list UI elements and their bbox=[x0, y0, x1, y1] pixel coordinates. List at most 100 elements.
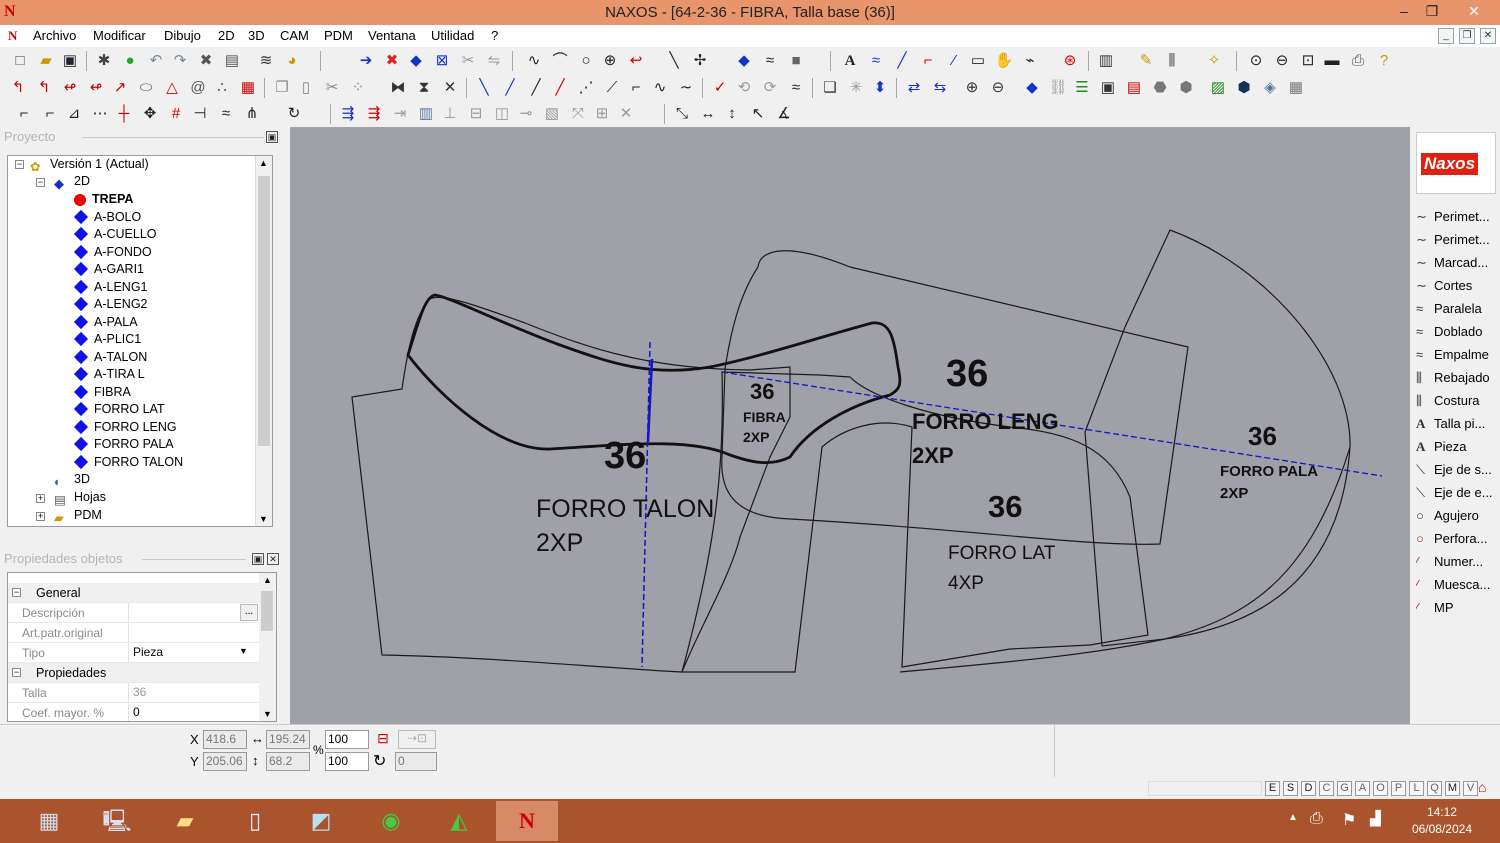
props-close-button[interactable]: ✕ bbox=[267, 553, 279, 565]
props-scroll-down-icon[interactable]: ▼ bbox=[263, 709, 272, 719]
menu-ventana[interactable]: Ventana bbox=[368, 28, 416, 43]
x-icon[interactable]: ✕ bbox=[616, 104, 636, 124]
mirror-icon[interactable]: ⧓ bbox=[388, 78, 408, 98]
remove-icon[interactable]: ✖ bbox=[382, 51, 402, 71]
line-blue-2-icon[interactable]: ╱ bbox=[500, 78, 520, 98]
corner2-icon[interactable]: ⌐ bbox=[40, 104, 60, 124]
taskbar-folder-icon[interactable]: ▰ bbox=[154, 801, 216, 841]
fill-icon[interactable]: ■ bbox=[786, 51, 806, 71]
dots-icon[interactable]: ∴ bbox=[212, 78, 232, 98]
point-icon[interactable]: ✢ bbox=[690, 51, 710, 71]
tray-signal-icon[interactable]: ▟ bbox=[1370, 810, 1381, 827]
tool-item[interactable]: ≈ Empalme bbox=[1416, 347, 1500, 369]
zoom3-icon[interactable]: ⊖ bbox=[988, 78, 1008, 98]
props-scrollbar[interactable]: ▲ ▼ bbox=[259, 573, 276, 721]
tree-piece-item[interactable]: TREPA bbox=[74, 191, 133, 208]
wave-icon[interactable]: ≈ bbox=[866, 51, 886, 71]
polyline-icon[interactable]: ∿ bbox=[524, 51, 544, 71]
cross-icon[interactable]: ✕ bbox=[440, 78, 460, 98]
hand-icon[interactable]: ✋ bbox=[994, 51, 1014, 71]
pin2-icon[interactable]: ⊥ bbox=[440, 104, 460, 124]
scroll-thumb[interactable] bbox=[258, 176, 270, 446]
clock[interactable]: 14:12 06/08/2024 bbox=[1412, 804, 1472, 838]
menu-cam[interactable]: CAM bbox=[280, 28, 309, 43]
step-icon[interactable]: ⌐ bbox=[626, 78, 646, 98]
vrect-icon[interactable]: ◫ bbox=[492, 104, 512, 124]
tool-item[interactable]: ≈ Doblado bbox=[1416, 324, 1500, 346]
snap-icon[interactable]: ✳ bbox=[846, 78, 866, 98]
send-delete-icon[interactable]: ⇶ bbox=[364, 104, 384, 124]
cut-icon[interactable]: ✂ bbox=[322, 78, 342, 98]
tool-item[interactable]: ⁄ Muesca... bbox=[1416, 577, 1500, 599]
tree-node-pdm[interactable]: ▰ PDM bbox=[54, 507, 102, 525]
group-general[interactable]: − General bbox=[8, 583, 260, 603]
circle-icon[interactable]: ○ bbox=[576, 51, 596, 71]
art-value[interactable] bbox=[128, 623, 258, 642]
frame-icon[interactable]: ⊠ bbox=[432, 51, 452, 71]
taskbar-notes-icon[interactable]: ◩ bbox=[290, 801, 352, 841]
curve-tool-icon[interactable]: ↫ bbox=[60, 78, 80, 98]
status-toggle[interactable]: S bbox=[1283, 781, 1298, 796]
menu-modificar[interactable]: Modificar bbox=[93, 28, 146, 43]
delete-icon[interactable]: ✖ bbox=[196, 51, 216, 71]
spline-icon[interactable]: ≈ bbox=[760, 51, 780, 71]
tree-collapse-2d[interactable]: − bbox=[36, 178, 45, 187]
scale-x-field[interactable]: 100 bbox=[325, 730, 369, 749]
bend-icon[interactable]: ⌐ bbox=[918, 51, 938, 71]
export-icon[interactable]: ▥ bbox=[1096, 51, 1116, 71]
export2-icon[interactable]: ▣ bbox=[1098, 78, 1118, 98]
help-icon[interactable]: ? bbox=[1374, 51, 1394, 71]
curve-tool-2-icon[interactable]: ↫ bbox=[86, 78, 106, 98]
db-icon[interactable]: ▥ bbox=[416, 104, 436, 124]
tree-collapse-root[interactable]: − bbox=[15, 160, 24, 169]
duplicate-icon[interactable]: ❏ bbox=[820, 78, 840, 98]
node3-icon[interactable]: ⊸ bbox=[516, 104, 536, 124]
document-icon[interactable]: N bbox=[8, 28, 17, 44]
stamp2-icon[interactable]: ⬢ bbox=[1176, 78, 1196, 98]
mdi-minimize-button[interactable]: _ bbox=[1438, 28, 1454, 44]
tree-node-hojas[interactable]: ▤ Hojas bbox=[54, 489, 106, 507]
taskbar-chrome-icon[interactable]: ◉ bbox=[360, 801, 422, 841]
diamond-icon[interactable]: ◆ bbox=[406, 51, 426, 71]
image-icon[interactable]: ▨ bbox=[1208, 78, 1228, 98]
triangle-icon[interactable]: △ bbox=[162, 78, 182, 98]
target-icon[interactable]: ⊛ bbox=[1060, 51, 1080, 71]
tree-node-3d[interactable]: ◐ 3D bbox=[54, 471, 90, 489]
send-gray-icon[interactable]: ⇥ bbox=[390, 104, 410, 124]
collapse-propiedades[interactable]: − bbox=[12, 668, 21, 677]
tool-item[interactable]: ≈ Paralela bbox=[1416, 301, 1500, 323]
status-toggle[interactable]: V bbox=[1463, 781, 1478, 796]
split-icon[interactable]: ⊣ bbox=[190, 104, 210, 124]
diag-icon[interactable]: ╱ bbox=[892, 51, 912, 71]
layers-icon[interactable]: ≋ bbox=[256, 51, 276, 71]
ellipse-icon[interactable]: ⬭ bbox=[136, 78, 156, 98]
curve-icon[interactable]: ⌒ bbox=[550, 51, 570, 71]
descripcion-ellipsis-button[interactable]: ... bbox=[240, 604, 258, 621]
node2-icon[interactable]: ◆ bbox=[1022, 78, 1042, 98]
menu-archivo[interactable]: Archivo bbox=[33, 28, 76, 43]
tipo-dropdown-icon[interactable]: ▼ bbox=[239, 646, 248, 656]
zoom2-icon[interactable]: ⊕ bbox=[962, 78, 982, 98]
tree-piece-item[interactable]: A-PLIC1 bbox=[73, 331, 141, 348]
info-icon[interactable]: ● bbox=[120, 51, 140, 71]
wand-icon[interactable]: ✧ bbox=[1204, 51, 1224, 71]
tool-item[interactable]: ⟍ Eje de e... bbox=[1416, 485, 1500, 507]
layers2-icon[interactable]: ◈ bbox=[1260, 78, 1280, 98]
stamp-icon[interactable]: ⬣ bbox=[1150, 78, 1170, 98]
tool-item[interactable]: ⁄ Numer... bbox=[1416, 554, 1500, 576]
tree-piece-item[interactable]: A-PALA bbox=[73, 314, 138, 331]
curve-tool-3-icon[interactable]: ↗ bbox=[110, 78, 130, 98]
status-toggle[interactable]: L bbox=[1409, 781, 1424, 796]
node-icon[interactable]: ◆ bbox=[734, 51, 754, 71]
settings-icon[interactable]: ✱ bbox=[94, 51, 114, 71]
tool-item[interactable]: ○ Perfora... bbox=[1416, 531, 1500, 553]
props-scroll-thumb[interactable] bbox=[261, 591, 273, 631]
tree-piece-item[interactable]: A-BOLO bbox=[73, 209, 141, 226]
props-pin-button[interactable]: ▣ bbox=[252, 553, 264, 565]
scale-lock-icon[interactable]: ⊟ bbox=[372, 730, 394, 749]
scroll-up-icon[interactable]: ▲ bbox=[259, 158, 268, 168]
wave3-icon[interactable]: ∼ bbox=[676, 78, 696, 98]
menu-3d[interactable]: 3D bbox=[248, 28, 265, 43]
menu-pdm[interactable]: PDM bbox=[324, 28, 353, 43]
tree-piece-item[interactable]: A-LENG1 bbox=[73, 279, 148, 296]
